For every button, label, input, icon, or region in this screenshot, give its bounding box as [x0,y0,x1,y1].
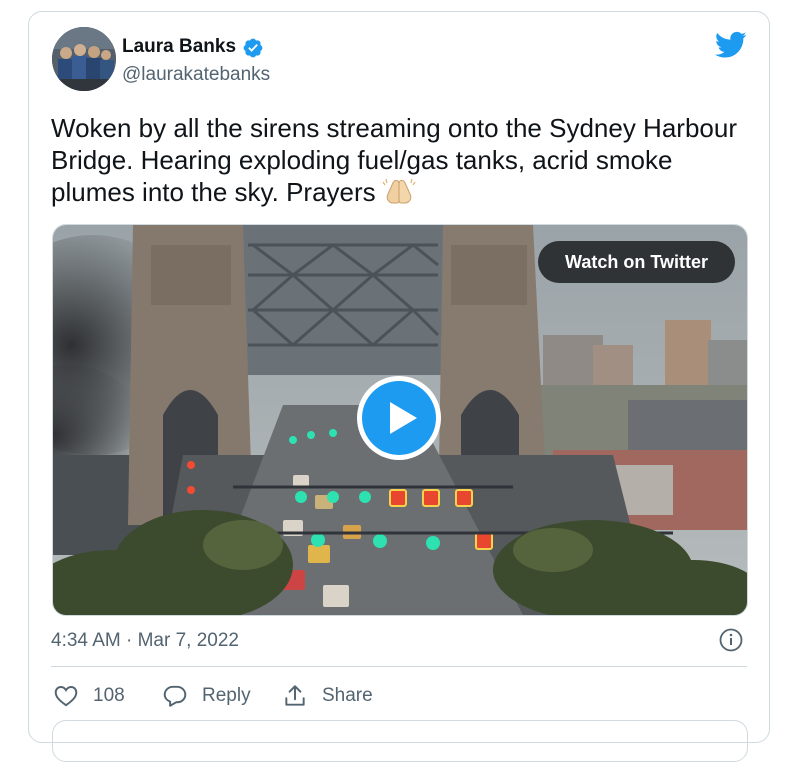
avatar[interactable] [52,27,116,91]
info-icon[interactable] [719,628,743,652]
reply-label: Reply [202,685,251,706]
watch-on-twitter-button[interactable]: Watch on Twitter [538,241,735,283]
author-handle[interactable]: @laurakatebanks [122,64,270,86]
like-count: 108 [93,685,125,706]
author-name[interactable]: Laura Banks [122,36,236,58]
play-icon[interactable] [355,374,443,462]
twitter-bird-icon[interactable] [715,31,747,59]
reply-button[interactable]: Reply [162,683,251,709]
share-button[interactable]: Share [282,683,373,709]
praying-hands-emoji [382,177,416,205]
share-upload-icon [285,685,305,706]
tweet-timestamp[interactable]: 4:34 AM · Mar 7, 2022 [51,630,239,652]
divider [51,666,747,667]
reply-bubble-icon [163,685,187,707]
next-tweet-card-edge [52,720,748,762]
tweet-text: Woken by all the sirens streaming onto t… [51,112,751,208]
like-button[interactable]: 108 [53,683,125,709]
share-label: Share [322,685,373,706]
heart-icon [54,686,78,707]
verified-badge-icon [243,38,263,58]
